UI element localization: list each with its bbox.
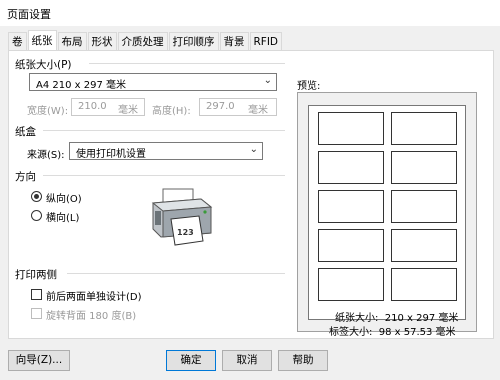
preview-label-cell [391, 190, 457, 223]
tab-print-order[interactable]: 打印顺序 [168, 32, 219, 51]
source-value: 使用打印机设置 [76, 149, 146, 160]
preview-label-cell [391, 112, 457, 145]
tray-group-label: 纸盒 [15, 126, 36, 138]
tab-layout[interactable]: 布局 [57, 32, 87, 51]
height-label: 高度(H): [152, 106, 191, 117]
duplex-divider [67, 273, 285, 274]
width-field[interactable]: 210.0 毫米 [71, 98, 145, 116]
dialog-client: 卷 纸张 布局 形状 介质处理 打印顺序 背景 RFID 纸张大小(P) A4 … [0, 26, 500, 380]
height-field[interactable]: 297.0 毫米 [199, 98, 277, 116]
portrait-label[interactable]: 纵向(O) [46, 190, 82, 205]
window-title: 页面设置 [7, 8, 51, 21]
orientation-divider [43, 175, 285, 176]
paper-size-divider [89, 63, 285, 64]
tab-strip: 卷 纸张 布局 形状 介质处理 打印顺序 背景 RFID [8, 30, 283, 52]
width-unit: 毫米 [118, 105, 138, 116]
portrait-radio[interactable] [31, 191, 42, 202]
tab-shape[interactable]: 形状 [87, 32, 117, 51]
preview-label-cell [318, 190, 384, 223]
source-select[interactable]: 使用打印机设置 ⌄ [69, 142, 263, 160]
chevron-down-icon: ⌄ [263, 75, 272, 86]
paper-tab-panel: 纸张大小(P) A4 210 x 297 毫米 ⌄ 宽度(W): 210.0 毫… [8, 50, 494, 339]
tray-divider [43, 130, 285, 131]
preview-paper [308, 105, 466, 320]
title-bar: 页面设置 [0, 0, 500, 26]
cancel-button[interactable]: 取消 [222, 350, 272, 371]
printer-icon: 123 [151, 188, 213, 246]
preview-label-cell [318, 229, 384, 262]
preview-label-cell [391, 151, 457, 184]
width-value: 210.0 [78, 101, 107, 112]
chevron-down-icon: ⌄ [249, 144, 258, 155]
landscape-radio[interactable] [31, 210, 42, 221]
wizard-button[interactable]: 向导(Z)... [8, 350, 70, 371]
width-label: 宽度(W): [27, 106, 69, 117]
landscape-label[interactable]: 横向(L) [46, 209, 79, 224]
rotate-back-checkbox[interactable] [31, 308, 42, 319]
ok-button[interactable]: 确定 [166, 350, 216, 371]
separate-sides-label[interactable]: 前后两面单独设计(D) [46, 288, 142, 303]
preview-area [297, 92, 477, 332]
tab-background[interactable]: 背景 [219, 32, 249, 51]
separate-sides-checkbox[interactable] [31, 289, 42, 300]
preview-paper-size: 纸张大小: 210 x 297 毫米 [335, 313, 459, 324]
height-unit: 毫米 [248, 105, 268, 116]
preview-label-cell [318, 268, 384, 301]
height-value: 297.0 [206, 101, 235, 112]
orientation-group-label: 方向 [15, 171, 36, 183]
tab-volume[interactable]: 卷 [8, 32, 27, 51]
preview-label-size: 标签大小: 98 x 57.53 毫米 [329, 327, 456, 338]
paper-size-value: A4 210 x 297 毫米 [36, 80, 127, 91]
preview-label-cell [391, 268, 457, 301]
help-button[interactable]: 帮助 [278, 350, 328, 371]
preview-label-cell [318, 151, 384, 184]
tab-paper[interactable]: 纸张 [27, 30, 57, 52]
paper-size-select[interactable]: A4 210 x 297 毫米 ⌄ [29, 73, 277, 91]
preview-label-cell [318, 112, 384, 145]
preview-label: 预览: [297, 81, 321, 92]
tab-rfid[interactable]: RFID [249, 32, 283, 51]
svg-text:123: 123 [177, 228, 194, 237]
duplex-group-label: 打印两侧 [15, 269, 57, 281]
preview-label-cell [391, 229, 457, 262]
rotate-back-label: 旋转背面 180 度(B) [46, 311, 137, 322]
source-label: 来源(S): [27, 150, 65, 161]
paper-size-group-label: 纸张大小(P) [15, 59, 72, 71]
tab-media-handling[interactable]: 介质处理 [117, 32, 168, 51]
